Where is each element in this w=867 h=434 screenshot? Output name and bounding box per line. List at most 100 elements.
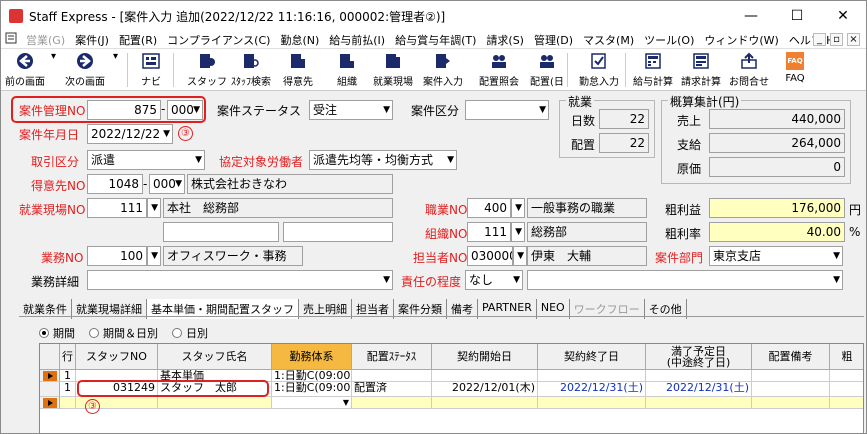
site-no-input[interactable]: 111 <box>87 198 147 218</box>
cell-start-new[interactable] <box>432 397 538 409</box>
site-no-dropdown[interactable] <box>147 198 161 218</box>
window-controls: — ☐ ✕ <box>728 1 866 31</box>
work-detail-select[interactable] <box>87 270 393 290</box>
cell-planned-end-1[interactable] <box>646 370 752 382</box>
placement-ref-button[interactable]: 配置照会 <box>479 51 519 88</box>
resp-extra-select[interactable] <box>527 270 843 290</box>
menu-compliance[interactable]: コンプライアンス(C) <box>162 32 275 48</box>
cell-start-2[interactable]: 2022/12/01(木) <box>432 382 538 397</box>
agreement-label: 協定対象労働者 <box>219 155 304 169</box>
dept-select[interactable]: 東京支店 <box>709 246 843 266</box>
next-screen-button[interactable]: 次の画面 <box>65 51 105 88</box>
cost-label: 原価 <box>677 162 702 176</box>
owner-dropdown[interactable] <box>513 246 527 266</box>
row-header-2[interactable] <box>40 382 60 397</box>
staff-search-button[interactable]: ｽﾀｯﾌ検索 <box>231 51 271 88</box>
menu-job[interactable]: 案件(J) <box>70 32 114 48</box>
maximize-button[interactable]: ☐ <box>774 1 820 31</box>
cell-end-2[interactable]: 2022/12/31(土) <box>538 382 646 397</box>
cell-status-1[interactable] <box>352 370 432 382</box>
radio-period[interactable]: 期間 <box>39 325 75 341</box>
site-button[interactable]: 就業現場 <box>373 51 413 88</box>
payroll-button[interactable]: 給与計算 <box>633 51 673 88</box>
row-header-new[interactable] <box>40 397 60 409</box>
mdi-close-button[interactable]: × <box>847 33 860 46</box>
navi-button[interactable]: ナビ <box>141 51 161 88</box>
deal-type-select[interactable]: 派遣 <box>87 150 205 170</box>
menu-admin[interactable]: 管理(D) <box>529 32 578 48</box>
col-header-staff-no: スタッフNO <box>76 344 158 370</box>
cell-end-new[interactable] <box>538 397 646 409</box>
menu-window[interactable]: ウィンドウ(W) <box>699 32 783 48</box>
menu-attendance[interactable]: 勤怠(N) <box>275 32 324 48</box>
work-no-dropdown[interactable] <box>147 246 161 266</box>
job-kind-no-input[interactable]: 400 <box>467 198 511 218</box>
org-button[interactable]: 組織 <box>337 51 357 88</box>
shift-dropdown-icon[interactable]: ▼ <box>343 397 349 408</box>
cell-row-new[interactable] <box>60 397 76 409</box>
period-radio-group: 期間 期間＆日別 日別 <box>39 325 208 341</box>
placement-day-button[interactable]: 配置(日 <box>530 51 564 88</box>
cell-gross-new[interactable] <box>830 397 863 409</box>
mdi-icon[interactable] <box>1 32 21 47</box>
menu-tools[interactable]: ツール(O) <box>639 32 699 48</box>
job-type-select[interactable] <box>465 100 549 120</box>
mdi-restore-button[interactable]: ▫ <box>830 33 843 46</box>
radio-day[interactable]: 日別 <box>172 325 208 341</box>
menu-placement[interactable]: 配置(R) <box>114 32 162 48</box>
radio-period-day[interactable]: 期間＆日別 <box>89 325 158 341</box>
staff-button[interactable]: スタッフ <box>187 51 227 88</box>
menu-sales[interactable]: 営業(G) <box>21 32 70 48</box>
cell-status-new[interactable] <box>352 397 432 409</box>
rate-field: 40.00 <box>709 222 845 242</box>
org-no-input[interactable]: 111 <box>467 222 511 242</box>
cell-gross-1[interactable] <box>830 370 863 382</box>
cell-planned-end-2[interactable]: 2022/12/31(土) <box>646 382 752 397</box>
minimize-button[interactable]: — <box>728 1 774 31</box>
cell-remarks-new[interactable] <box>752 397 830 409</box>
marker-badge: ③ <box>178 126 193 141</box>
cell-remarks-2[interactable] <box>752 382 830 397</box>
mdi-minimize-button[interactable]: _ <box>813 33 826 46</box>
cell-staff-name-new[interactable] <box>158 397 272 409</box>
billing-button[interactable]: 請求計算 <box>681 51 721 88</box>
work-no-input[interactable]: 100 <box>87 246 147 266</box>
site-extra-field-2[interactable] <box>283 222 393 242</box>
cell-status-2[interactable]: 配置済 <box>352 382 432 397</box>
placement-count-field: 22 <box>599 133 649 153</box>
job-entry-button[interactable]: 案件入力 <box>423 51 463 88</box>
close-button[interactable]: ✕ <box>820 1 866 31</box>
inquiry-button[interactable]: お問合せ <box>729 51 769 88</box>
resp-select[interactable]: なし <box>465 270 523 290</box>
cell-shift-2[interactable]: 1:日勤C(09:00 <box>272 382 352 397</box>
menu-payroll[interactable]: 給与賞与年調(T) <box>390 32 481 48</box>
cell-planned-end-new[interactable] <box>646 397 752 409</box>
cell-shift-new[interactable]: ▼ <box>272 397 352 409</box>
menu-master[interactable]: マスタ(M) <box>578 32 639 48</box>
col-header-status: 配置ｽﾃｰﾀｽ <box>352 344 432 370</box>
owner-no-input[interactable]: 030000 <box>467 246 513 266</box>
cell-gross-2[interactable] <box>830 382 863 397</box>
site-extra-field-1[interactable] <box>163 222 279 242</box>
org-dropdown[interactable] <box>511 222 525 242</box>
prev-screen-button[interactable]: 前の画面 <box>5 51 45 88</box>
cell-shift-1[interactable]: 1:日勤C(09:00 <box>272 370 352 382</box>
row-header-1[interactable] <box>40 370 60 382</box>
prev-dropdown-icon[interactable]: ▾ <box>51 51 56 62</box>
cell-start-1[interactable] <box>432 370 538 382</box>
agreement-select[interactable]: 派遣先均等・均衡方式 <box>309 150 457 170</box>
client-sub-select[interactable]: 000 <box>149 174 185 194</box>
job-date-picker[interactable]: 2022/12/22 <box>87 124 173 144</box>
menu-billing[interactable]: 請求(S) <box>481 32 529 48</box>
client-button[interactable]: 得意先 <box>283 51 313 88</box>
job-kind-dropdown[interactable] <box>511 198 525 218</box>
client-no-input[interactable]: 1048 <box>87 174 143 194</box>
cell-end-1[interactable] <box>538 370 646 382</box>
next-dropdown-icon[interactable]: ▾ <box>113 51 118 62</box>
job-status-select[interactable]: 受注 <box>309 100 393 120</box>
client-name-field: 株式会社おきなわ <box>187 174 393 194</box>
attendance-button[interactable]: 勤怠入力 <box>579 51 619 88</box>
faq-button[interactable]: FAQ FAQ <box>785 51 805 84</box>
cell-remarks-1[interactable] <box>752 370 830 382</box>
menu-advance-pay[interactable]: 給与前払(I) <box>324 32 390 48</box>
